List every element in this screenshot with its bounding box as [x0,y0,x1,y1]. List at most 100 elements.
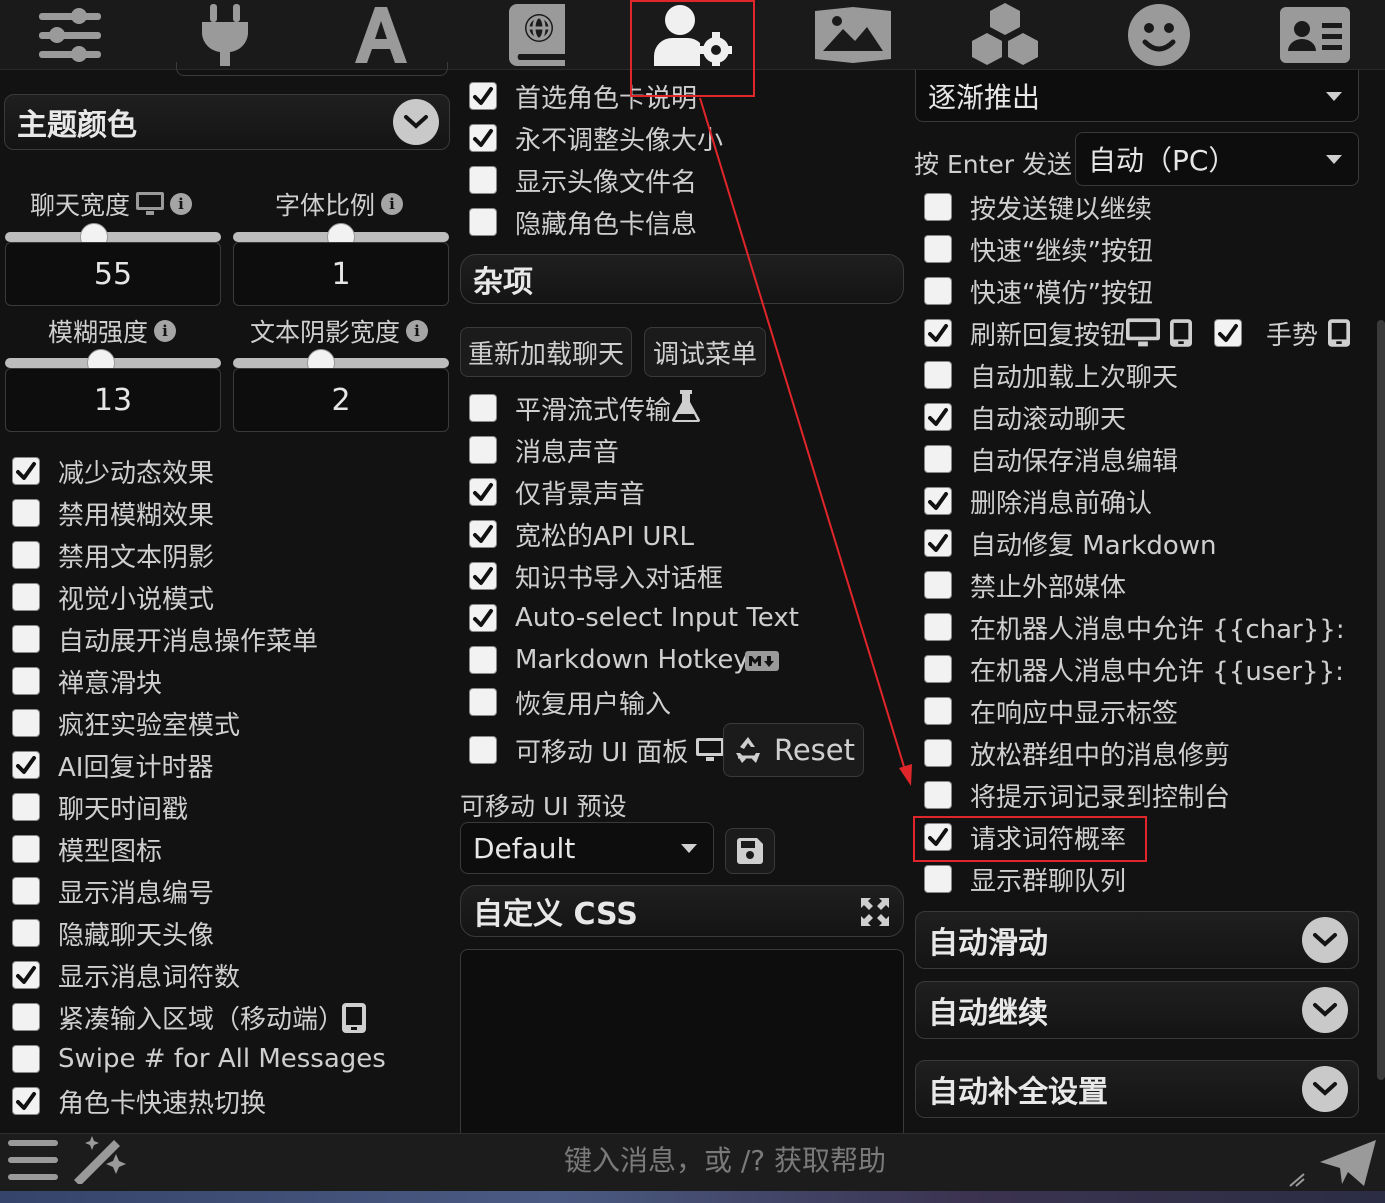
expand-icon[interactable] [861,898,889,926]
cubes-icon[interactable] [960,2,1050,68]
checkbox-item[interactable]: 禁用模糊效果 [12,493,214,533]
checkbox-item[interactable]: 消息声音 [469,430,619,470]
checkbox-box[interactable] [469,520,497,548]
checkbox-item[interactable]: 刷新回复按钮 [924,313,1126,353]
checkbox-item[interactable]: 禁止外部媒体 [924,565,1126,605]
text-shadow-value[interactable]: 2 [233,368,449,432]
checkbox-box[interactable] [469,82,497,110]
checkbox-item[interactable]: 角色卡快速热切换 [12,1081,266,1121]
checkbox-item[interactable]: 疯狂实验室模式 [12,703,240,743]
checkbox-item[interactable]: 视觉小说模式 [12,577,214,617]
checkbox-box[interactable] [924,487,952,515]
checkbox-item[interactable]: 模型图标 [12,829,162,869]
checkbox-box[interactable] [924,361,952,389]
checkbox-item[interactable]: 快速“模仿”按钮 [924,271,1153,311]
checkbox-box[interactable] [12,919,40,947]
checkbox-box[interactable] [469,208,497,236]
blur-strength-value[interactable]: 13 [5,368,221,432]
info-icon[interactable]: i [381,193,404,215]
checkbox-box[interactable] [924,781,952,809]
checkbox-item[interactable]: 永不调整头像大小 [469,118,723,158]
checkbox-box[interactable] [469,736,497,764]
checkbox-item[interactable]: 聊天时间戳 [12,787,188,827]
info-icon[interactable]: i [170,193,193,215]
checkbox-item[interactable]: 放松群组中的消息修剪 [924,733,1230,773]
hamburger-icon[interactable] [8,1138,58,1182]
id-card-icon[interactable] [1270,2,1360,68]
checkbox-box[interactable] [12,835,40,863]
scrollbar[interactable] [1377,320,1385,1080]
checkbox-box[interactable] [469,562,497,590]
checkbox-item[interactable]: 禁用文本阴影 [12,535,214,575]
checkbox-item[interactable]: 紧凑输入区域（移动端） [12,997,344,1037]
message-input[interactable]: 键入消息，或 /? 获取帮助 [140,1134,1310,1184]
animation-select[interactable]: 逐渐推出 [915,70,1359,122]
gesture-checkbox[interactable] [1214,319,1242,347]
checkbox-item[interactable]: 将提示词记录到控制台 [924,775,1230,815]
checkbox-box[interactable] [12,625,40,653]
checkbox-box[interactable] [469,124,497,152]
enter-send-select[interactable]: 自动（PC） [1075,132,1359,186]
checkbox-item[interactable]: 减少动态效果 [12,451,214,491]
checkbox-item[interactable]: 平滑流式传输 [469,388,671,428]
plug-icon[interactable] [180,2,270,68]
save-preset-button[interactable] [725,828,775,874]
checkbox-box[interactable] [924,613,952,641]
checkbox-box[interactable] [924,319,952,347]
checkbox-item[interactable]: 禅意滑块 [12,661,162,701]
image-icon[interactable] [808,2,898,68]
checkbox-box[interactable] [12,709,40,737]
checkbox-box[interactable] [924,865,952,893]
checkbox-box[interactable] [924,529,952,557]
checkbox-item[interactable]: 隐藏角色卡信息 [469,202,697,242]
send-icon[interactable] [1318,1138,1378,1188]
checkbox-box[interactable] [469,478,497,506]
checkbox-box[interactable] [924,697,952,725]
checkbox-item[interactable]: AI回复计时器 [12,745,213,785]
reload-chat-button[interactable]: 重新加载聊天 [460,327,632,377]
movable-preset-select[interactable]: Default [460,822,714,874]
autocomplete-drawer[interactable]: 自动补全设置 [915,1060,1359,1118]
checkbox-box[interactable] [12,1087,40,1115]
checkbox-box[interactable] [12,499,40,527]
book-globe-icon[interactable] [492,2,582,68]
debug-menu-button[interactable]: 调试菜单 [644,327,766,377]
checkbox-item[interactable]: 在机器人消息中允许 {{user}}: [924,649,1344,689]
checkbox-box[interactable] [469,394,497,422]
checkbox-box[interactable] [924,235,952,263]
checkbox-box[interactable] [12,583,40,611]
custom-css-textarea[interactable] [460,949,904,1139]
movable-ui-checkbox[interactable]: 可移动 UI 面板 [469,730,725,770]
checkbox-item[interactable]: Swipe # for All Messages [12,1039,386,1079]
checkbox-item[interactable]: 恢复用户输入 [469,682,671,722]
checkbox-item[interactable]: Auto-select Input Text [469,598,799,638]
info-icon[interactable]: i [154,320,177,342]
checkbox-box[interactable] [469,604,497,632]
checkbox-box[interactable] [12,751,40,779]
checkbox-item[interactable]: 知识书导入对话框 [469,556,723,596]
checkbox-item[interactable]: 显示头像文件名 [469,160,697,200]
chat-width-value[interactable]: 55 [5,242,221,306]
checkbox-box[interactable] [924,403,952,431]
checkbox-item[interactable]: 自动加载上次聊天 [924,355,1178,395]
checkbox-box[interactable] [12,457,40,485]
checkbox-box[interactable] [12,877,40,905]
magic-wand-icon[interactable] [70,1134,132,1184]
checkbox-box[interactable] [924,193,952,221]
checkbox-box[interactable] [469,688,497,716]
checkbox-box[interactable] [12,961,40,989]
checkbox-box[interactable] [924,277,952,305]
checkbox-box[interactable] [924,571,952,599]
font-scale-value[interactable]: 1 [233,242,449,306]
theme-drawer[interactable]: 主题颜色 [4,94,450,150]
checkbox-item[interactable]: 显示群聊队列 [924,859,1126,899]
checkbox-item[interactable]: 自动保存消息编辑 [924,439,1178,479]
auto-continue-drawer[interactable]: 自动继续 [915,981,1359,1039]
checkbox-box[interactable] [12,667,40,695]
checkbox-item[interactable]: 在响应中显示标签 [924,691,1178,731]
checkbox-box[interactable] [924,655,952,683]
checkbox-item[interactable]: 删除消息前确认 [924,481,1152,521]
checkbox-box[interactable] [469,166,497,194]
checkbox-box[interactable] [12,541,40,569]
checkbox-item[interactable]: 自动展开消息操作菜单 [12,619,318,659]
